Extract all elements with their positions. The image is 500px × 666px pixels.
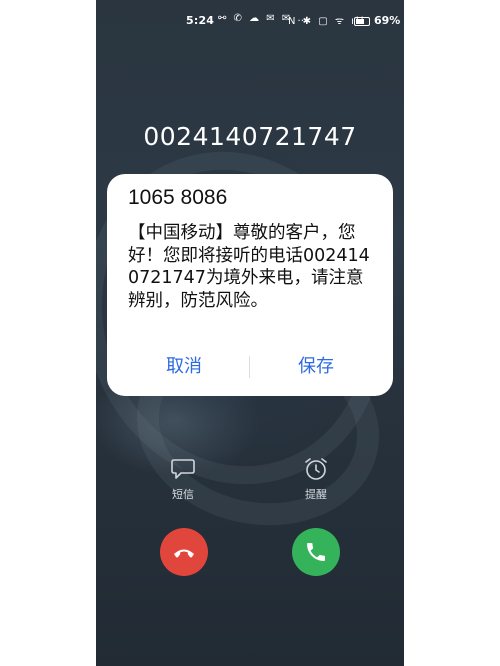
cancel-button[interactable]: 取消 bbox=[119, 352, 249, 378]
remind-action-label: 提醒 bbox=[305, 488, 327, 501]
battery-icon bbox=[354, 17, 370, 26]
phone-answer-icon bbox=[307, 543, 325, 561]
battery-percentage: 69% bbox=[374, 14, 401, 27]
message-bubble-icon bbox=[171, 459, 195, 479]
sms-message: 【中国移动】尊敬的客户，您好！您即将接听的电话0024140721747为境外来… bbox=[128, 223, 370, 311]
hang-up-icon bbox=[174, 549, 194, 558]
button-divider bbox=[249, 356, 250, 378]
sms-sender: 1065 8086 bbox=[128, 186, 228, 209]
caller-number: 0024140721747 bbox=[143, 122, 357, 151]
sms-dialog: 1065 8086 【中国移动】尊敬的客户，您好！您即将接听的电话0024140… bbox=[107, 174, 393, 396]
message-action-label: 短信 bbox=[172, 488, 194, 501]
answer-button[interactable] bbox=[292, 528, 340, 576]
alarm-clock-icon bbox=[305, 458, 327, 480]
status-time: 5:24 bbox=[186, 14, 215, 27]
message-action[interactable]: 短信 bbox=[153, 456, 213, 502]
decline-button[interactable] bbox=[160, 528, 208, 576]
remind-action[interactable]: 提醒 bbox=[286, 456, 346, 502]
save-button[interactable]: 保存 bbox=[251, 352, 381, 378]
incoming-call-screen: 5:24 ⚯ ✆ ☁ ✉ ✉ … N ✱ ▢ ᯤ ıll 69% 0024140… bbox=[96, 0, 404, 666]
status-bar: 5:24 ⚯ ✆ ☁ ✉ ✉ … N ✱ ▢ ᯤ ıll 69% bbox=[96, 12, 404, 30]
